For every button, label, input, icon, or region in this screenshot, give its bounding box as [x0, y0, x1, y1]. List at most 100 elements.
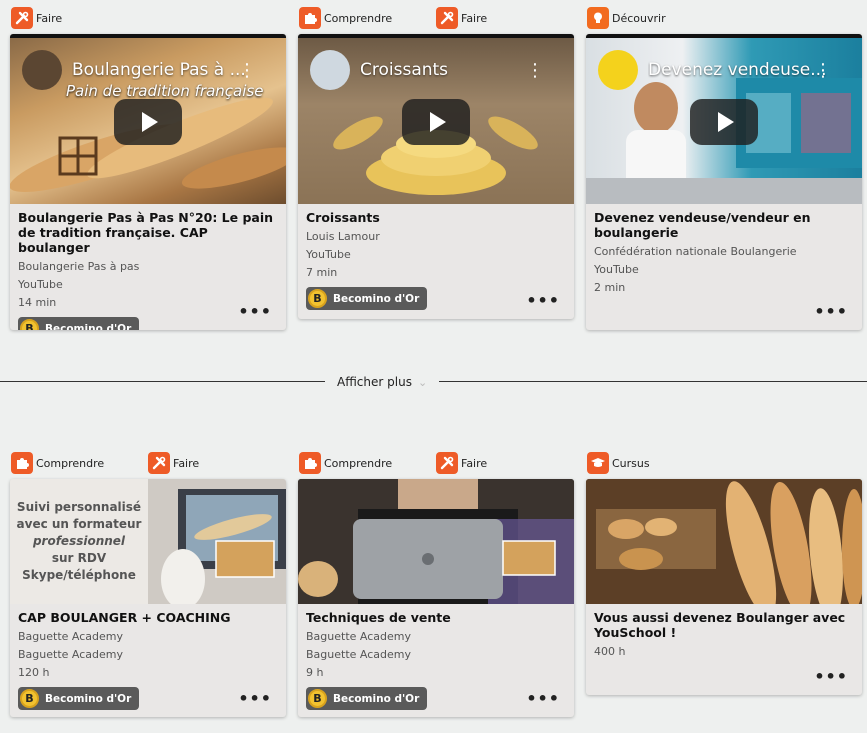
content-card[interactable]: Suivi personnalisé avec un formateur pro…: [10, 479, 286, 717]
tag-comprendre: Comprendre: [299, 7, 392, 29]
content-card[interactable]: Techniques de vente Baguette Academy Bag…: [298, 479, 574, 717]
badge-label: Becomino d'Or: [45, 692, 132, 705]
content-card[interactable]: Vous aussi devenez Boulanger avec YouSch…: [586, 479, 862, 695]
becomino-badge: B Becomino d'Or: [306, 287, 428, 310]
card-duration: 400 h: [594, 645, 626, 658]
tag-cursus: Cursus: [587, 452, 650, 474]
becomino-icon: B: [308, 289, 327, 308]
tag-label: Comprendre: [324, 11, 393, 25]
card-title[interactable]: Techniques de vente: [306, 610, 566, 625]
card-body: Devenez vendeuse/vendeur en boulangerie …: [586, 204, 862, 305]
badge-label: Becomino d'Or: [333, 292, 420, 305]
tag-label: Faire: [173, 456, 200, 470]
more-options-button[interactable]: •••: [814, 304, 848, 320]
coaching-text-block: Suivi personnalisé avec un formateur pro…: [10, 479, 148, 604]
becomino-icon: B: [20, 689, 39, 708]
play-button[interactable]: [690, 99, 758, 145]
more-options-button[interactable]: •••: [814, 669, 848, 685]
baguettes-illustration: [586, 479, 862, 604]
tag-label: Faire: [461, 456, 488, 470]
card-author: Confédération nationale Boulangerie: [594, 245, 797, 258]
tag-comprendre: Comprendre: [11, 452, 104, 474]
content-card[interactable]: Croissants ⋮ Croissants Louis Lamour You…: [298, 34, 574, 319]
card-source: YouTube: [18, 278, 63, 291]
content-card[interactable]: Boulangerie Pas à ... Pain de tradition …: [10, 34, 286, 330]
becomino-badge: B Becomino d'Or: [306, 687, 428, 710]
course-thumbnail[interactable]: [298, 479, 574, 604]
card-title[interactable]: CAP BOULANGER + COACHING: [18, 610, 278, 625]
card-author: Baguette Academy: [18, 630, 123, 643]
video-overlay-title: Boulangerie Pas à ...: [72, 60, 246, 80]
more-vert-icon[interactable]: ⋮: [814, 62, 832, 80]
graduation-cap-icon: [587, 452, 609, 474]
video-thumbnail[interactable]: Devenez vendeuse... ⋮: [586, 34, 862, 204]
tag-decouvrir: Découvrir: [587, 7, 666, 29]
tag-label: Comprendre: [324, 456, 393, 470]
content-card[interactable]: Devenez vendeuse... ⋮ Devenez vendeuse/v…: [586, 34, 862, 330]
card-source: YouTube: [594, 263, 639, 276]
more-vert-icon[interactable]: ⋮: [238, 62, 256, 80]
card-title[interactable]: Devenez vendeuse/vendeur en boulangerie: [594, 210, 854, 240]
becomino-icon: B: [20, 319, 39, 330]
channel-avatar: [22, 50, 62, 90]
more-options-button[interactable]: •••: [526, 293, 560, 309]
tag-label: Faire: [36, 11, 63, 25]
course-thumbnail[interactable]: [586, 479, 862, 604]
becomino-badge: B Becomino d'Or: [18, 317, 140, 330]
card-duration: 120 h: [18, 666, 50, 679]
chevron-down-icon: ⌄: [417, 375, 428, 389]
tag-faire: Faire: [436, 452, 487, 474]
puzzle-icon: [299, 452, 321, 474]
laptop-illustration: [148, 479, 286, 604]
tools-icon: [148, 452, 170, 474]
card-author: Boulangerie Pas à pas: [18, 260, 140, 273]
card-title[interactable]: Croissants: [306, 210, 566, 225]
tools-icon: [11, 7, 33, 29]
tablet-illustration: [298, 479, 574, 604]
card-source: YouTube: [306, 248, 351, 261]
card-duration: 7 min: [306, 266, 338, 279]
card-duration: 9 h: [306, 666, 324, 679]
tag-faire: Faire: [11, 7, 62, 29]
card-title[interactable]: Boulangerie Pas à Pas N°20: Le pain de t…: [18, 210, 278, 255]
show-more-button[interactable]: Afficher plus ⌄: [325, 372, 440, 392]
thumb-line: Suivi personnalisé: [16, 500, 142, 514]
more-options-button[interactable]: •••: [238, 304, 272, 320]
course-thumbnail[interactable]: Suivi personnalisé avec un formateur pro…: [10, 479, 286, 604]
show-more-label: Afficher plus: [337, 375, 412, 389]
tools-icon: [436, 7, 458, 29]
video-thumbnail[interactable]: Boulangerie Pas à ... Pain de tradition …: [10, 34, 286, 204]
tag-label: Cursus: [612, 456, 650, 470]
channel-avatar: [310, 50, 350, 90]
card-duration: 2 min: [594, 281, 626, 294]
tag-faire: Faire: [436, 7, 487, 29]
thumb-line: Skype/téléphone: [22, 568, 136, 582]
tag-label: Comprendre: [36, 456, 105, 470]
tag-label: Faire: [461, 11, 488, 25]
thumb-line: avec un formateur: [16, 517, 142, 531]
card-source: Baguette Academy: [18, 648, 123, 661]
puzzle-icon: [11, 452, 33, 474]
play-button[interactable]: [402, 99, 470, 145]
card-source: Baguette Academy: [306, 648, 411, 661]
card-title[interactable]: Vous aussi devenez Boulanger avec YouSch…: [594, 610, 854, 640]
more-options-button[interactable]: •••: [238, 691, 272, 707]
video-thumbnail[interactable]: Croissants ⋮: [298, 34, 574, 204]
video-overlay-subtitle: Pain de tradition française: [66, 82, 264, 100]
more-options-button[interactable]: •••: [526, 691, 560, 707]
more-vert-icon[interactable]: ⋮: [526, 62, 544, 80]
thumb-line: professionnel: [32, 534, 126, 548]
thumb-line: sur RDV: [51, 551, 107, 565]
becomino-icon: B: [308, 689, 327, 708]
play-button[interactable]: [114, 99, 182, 145]
badge-label: Becomino d'Or: [333, 692, 420, 705]
card-author: Baguette Academy: [306, 630, 411, 643]
tag-comprendre: Comprendre: [299, 452, 392, 474]
lightbulb-icon: [587, 7, 609, 29]
card-author: Louis Lamour: [306, 230, 380, 243]
tag-label: Découvrir: [612, 11, 666, 25]
becomino-badge: B Becomino d'Or: [18, 687, 140, 710]
video-overlay-title: Devenez vendeuse...: [648, 60, 827, 80]
card-body: Vous aussi devenez Boulanger avec YouSch…: [586, 604, 862, 669]
video-overlay-title: Croissants: [360, 60, 449, 80]
